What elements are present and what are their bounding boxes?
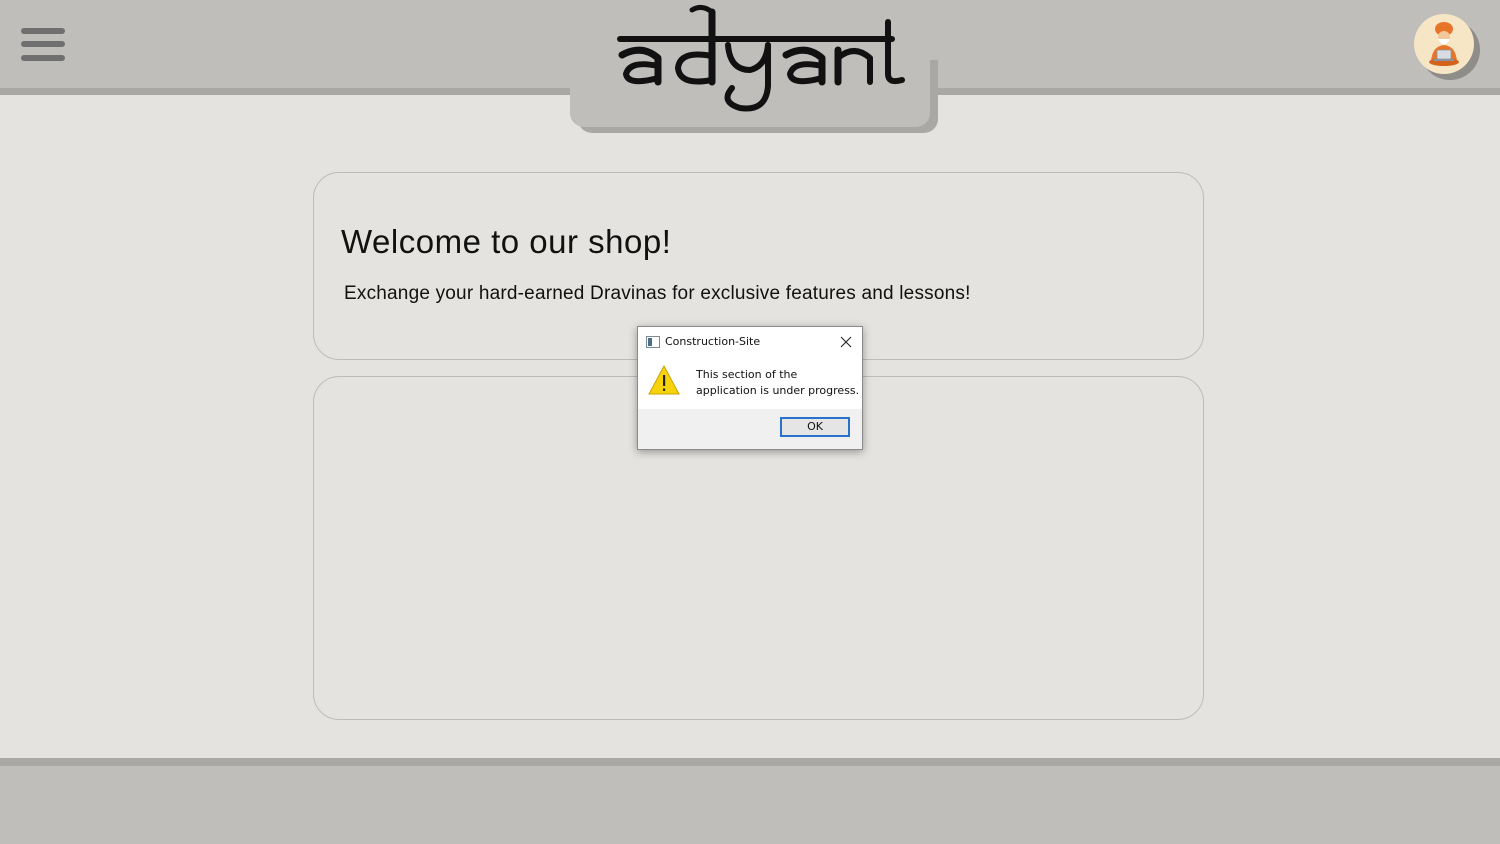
construction-dialog: Construction-Site This section of the ap… [637,326,863,450]
close-icon[interactable] [835,331,857,353]
page-title: Welcome to our shop! [341,223,672,260]
footer-divider [0,758,1500,766]
dialog-footer: OK [638,409,862,449]
page-subtitle: Exchange your hard-earned Dravinas for e… [344,283,971,304]
avatar[interactable] [1414,14,1474,74]
dialog-title-bar[interactable]: Construction-Site [638,327,862,357]
dialog-title: Construction-Site [665,335,761,348]
app-window-icon [646,336,660,348]
dialog-message: This section of the application is under… [696,368,860,397]
adyant-logo[interactable]: adyant [570,0,930,120]
hamburger-menu-icon[interactable] [21,28,65,62]
footer-bar [0,766,1500,844]
dialog-body: This section of the application is under… [638,357,862,409]
ok-button[interactable]: OK [780,417,850,437]
menu-line [21,28,65,34]
warning-icon [648,365,680,395]
menu-line [21,55,65,61]
menu-line [21,41,65,47]
sage-with-laptop-icon [1429,22,1459,66]
